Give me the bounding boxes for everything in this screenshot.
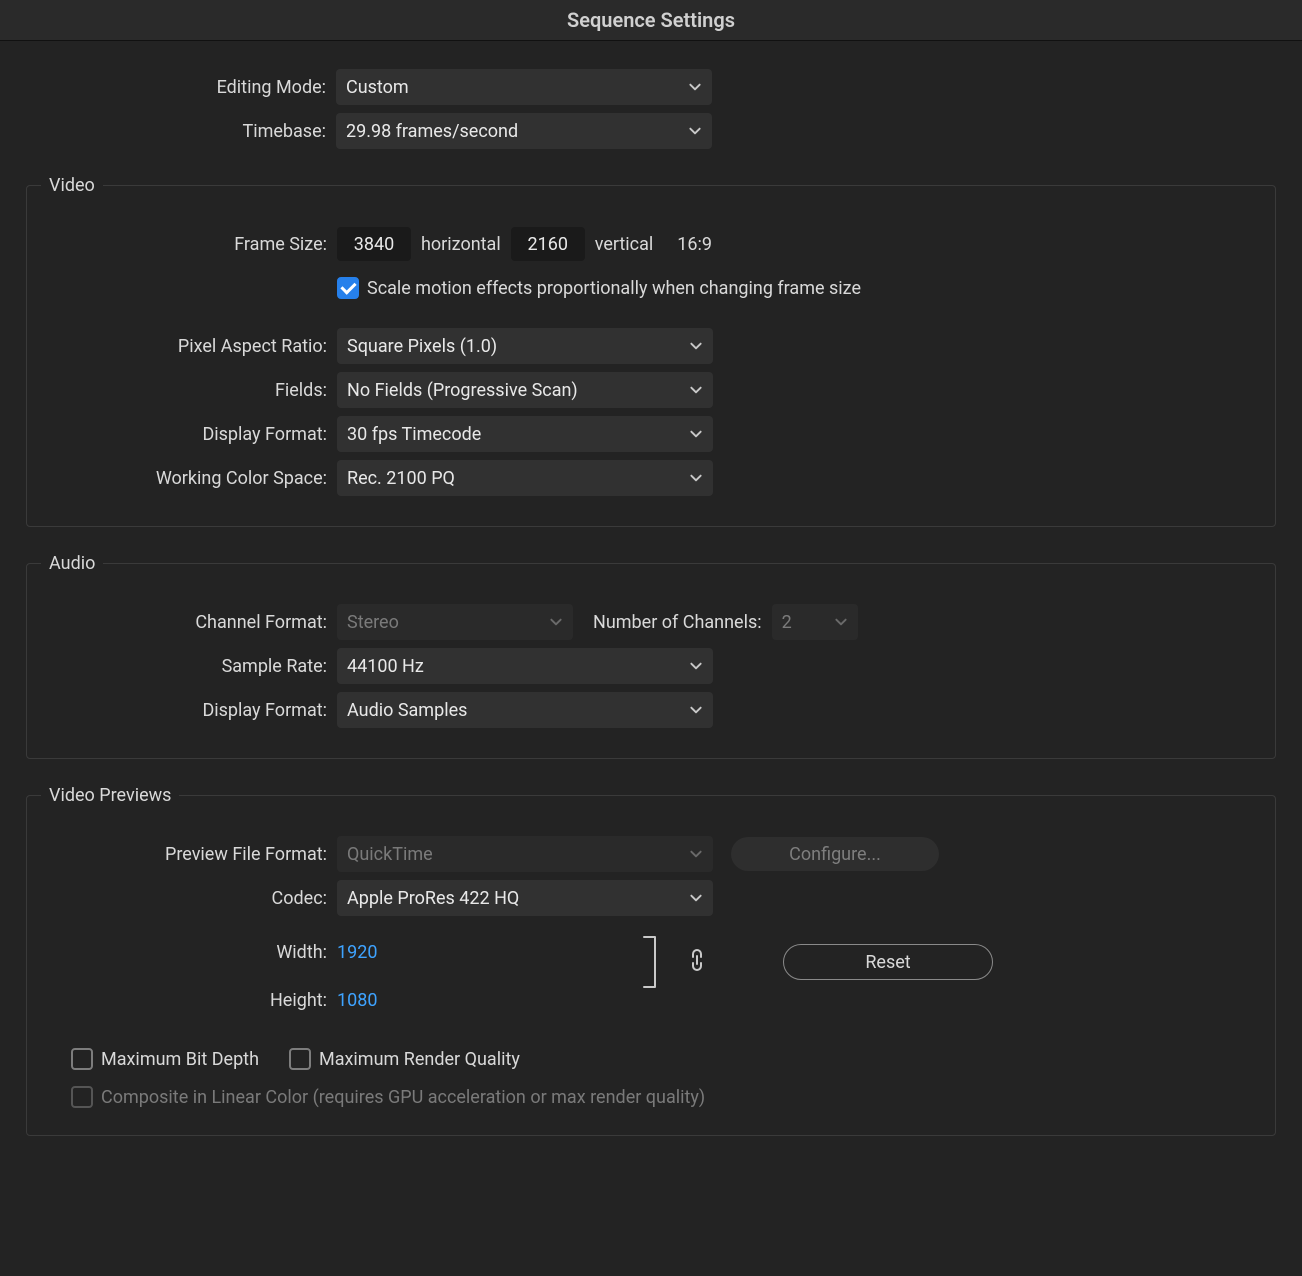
window-title: Sequence Settings bbox=[0, 0, 1302, 41]
num-channels-value: 2 bbox=[782, 612, 826, 633]
max-bit-depth-label: Maximum Bit Depth bbox=[101, 1049, 259, 1070]
fields-value: No Fields (Progressive Scan) bbox=[347, 380, 681, 401]
preview-height-label: Height: bbox=[41, 990, 337, 1011]
num-channels-select: 2 bbox=[772, 604, 858, 640]
vertical-label: vertical bbox=[595, 234, 654, 255]
frame-height-input[interactable]: 2160 bbox=[511, 227, 585, 261]
aspect-ratio-value: 16:9 bbox=[677, 234, 712, 255]
audio-display-format-select[interactable]: Audio Samples bbox=[337, 692, 713, 728]
timebase-value: 29.98 frames/second bbox=[346, 121, 680, 142]
fields-label: Fields: bbox=[41, 380, 337, 401]
chevron-down-icon bbox=[689, 339, 703, 353]
num-channels-label: Number of Channels: bbox=[593, 612, 762, 633]
link-bracket-icon bbox=[643, 936, 661, 988]
video-display-format-value: 30 fps Timecode bbox=[347, 424, 681, 445]
preview-file-format-value: QuickTime bbox=[347, 844, 681, 865]
frame-width-input[interactable]: 3840 bbox=[337, 227, 411, 261]
checkbox-checked-icon bbox=[337, 277, 359, 299]
chevron-down-icon bbox=[688, 124, 702, 138]
channel-format-value: Stereo bbox=[347, 612, 541, 633]
chevron-down-icon bbox=[688, 80, 702, 94]
chevron-down-icon bbox=[689, 847, 703, 861]
video-group: Video Frame Size: 3840 horizontal 2160 v… bbox=[26, 175, 1276, 527]
settings-panel: Editing Mode: Custom Timebase: 29.98 fra… bbox=[0, 41, 1302, 1166]
editing-mode-value: Custom bbox=[346, 77, 680, 98]
sequence-settings-window: Sequence Settings Editing Mode: Custom T… bbox=[0, 0, 1302, 1166]
chevron-down-icon bbox=[689, 703, 703, 717]
editing-mode-select[interactable]: Custom bbox=[336, 69, 712, 105]
max-render-quality-label: Maximum Render Quality bbox=[319, 1049, 520, 1070]
horizontal-label: horizontal bbox=[421, 234, 501, 255]
fields-select[interactable]: No Fields (Progressive Scan) bbox=[337, 372, 713, 408]
working-color-space-value: Rec. 2100 PQ bbox=[347, 468, 681, 489]
preview-width-value[interactable]: 1920 bbox=[337, 942, 377, 963]
chevron-down-icon bbox=[834, 615, 848, 629]
channel-format-label: Channel Format: bbox=[41, 612, 337, 633]
checkbox-empty-icon bbox=[289, 1048, 311, 1070]
max-render-quality-checkbox[interactable]: Maximum Render Quality bbox=[289, 1048, 520, 1070]
composite-linear-label: Composite in Linear Color (requires GPU … bbox=[101, 1087, 705, 1108]
timebase-select[interactable]: 29.98 frames/second bbox=[336, 113, 712, 149]
video-previews-legend: Video Previews bbox=[41, 785, 179, 806]
editing-mode-label: Editing Mode: bbox=[26, 77, 336, 98]
sample-rate-select[interactable]: 44100 Hz bbox=[337, 648, 713, 684]
timebase-label: Timebase: bbox=[26, 121, 336, 142]
chevron-down-icon bbox=[689, 427, 703, 441]
configure-button: Configure... bbox=[731, 837, 939, 871]
scale-motion-label: Scale motion effects proportionally when… bbox=[367, 278, 861, 299]
max-bit-depth-checkbox[interactable]: Maximum Bit Depth bbox=[71, 1048, 259, 1070]
pixel-aspect-value: Square Pixels (1.0) bbox=[347, 336, 681, 357]
audio-display-format-value: Audio Samples bbox=[347, 700, 681, 721]
chevron-down-icon bbox=[689, 891, 703, 905]
channel-format-select: Stereo bbox=[337, 604, 573, 640]
sample-rate-value: 44100 Hz bbox=[347, 656, 681, 677]
codec-value: Apple ProRes 422 HQ bbox=[347, 888, 681, 909]
reset-button[interactable]: Reset bbox=[783, 944, 993, 980]
codec-label: Codec: bbox=[41, 888, 337, 909]
codec-select[interactable]: Apple ProRes 422 HQ bbox=[337, 880, 713, 916]
preview-file-format-select: QuickTime bbox=[337, 836, 713, 872]
preview-height-value[interactable]: 1080 bbox=[337, 990, 377, 1011]
frame-size-label: Frame Size: bbox=[41, 234, 337, 255]
video-legend: Video bbox=[41, 175, 103, 196]
preview-file-format-label: Preview File Format: bbox=[41, 844, 337, 865]
sample-rate-label: Sample Rate: bbox=[41, 656, 337, 677]
composite-linear-checkbox: Composite in Linear Color (requires GPU … bbox=[71, 1086, 705, 1108]
pixel-aspect-label: Pixel Aspect Ratio: bbox=[41, 336, 337, 357]
scale-motion-checkbox[interactable]: Scale motion effects proportionally when… bbox=[337, 277, 861, 299]
link-icon[interactable] bbox=[687, 948, 707, 977]
video-display-format-select[interactable]: 30 fps Timecode bbox=[337, 416, 713, 452]
checkbox-empty-icon bbox=[71, 1048, 93, 1070]
working-color-space-select[interactable]: Rec. 2100 PQ bbox=[337, 460, 713, 496]
preview-width-label: Width: bbox=[41, 942, 337, 963]
chevron-down-icon bbox=[689, 659, 703, 673]
audio-display-format-label: Display Format: bbox=[41, 700, 337, 721]
chevron-down-icon bbox=[689, 471, 703, 485]
audio-legend: Audio bbox=[41, 553, 103, 574]
video-display-format-label: Display Format: bbox=[41, 424, 337, 445]
chevron-down-icon bbox=[549, 615, 563, 629]
pixel-aspect-select[interactable]: Square Pixels (1.0) bbox=[337, 328, 713, 364]
chevron-down-icon bbox=[689, 383, 703, 397]
checkbox-disabled-icon bbox=[71, 1086, 93, 1108]
audio-group: Audio Channel Format: Stereo Number of C… bbox=[26, 553, 1276, 759]
video-previews-group: Video Previews Preview File Format: Quic… bbox=[26, 785, 1276, 1136]
working-color-space-label: Working Color Space: bbox=[41, 468, 337, 489]
